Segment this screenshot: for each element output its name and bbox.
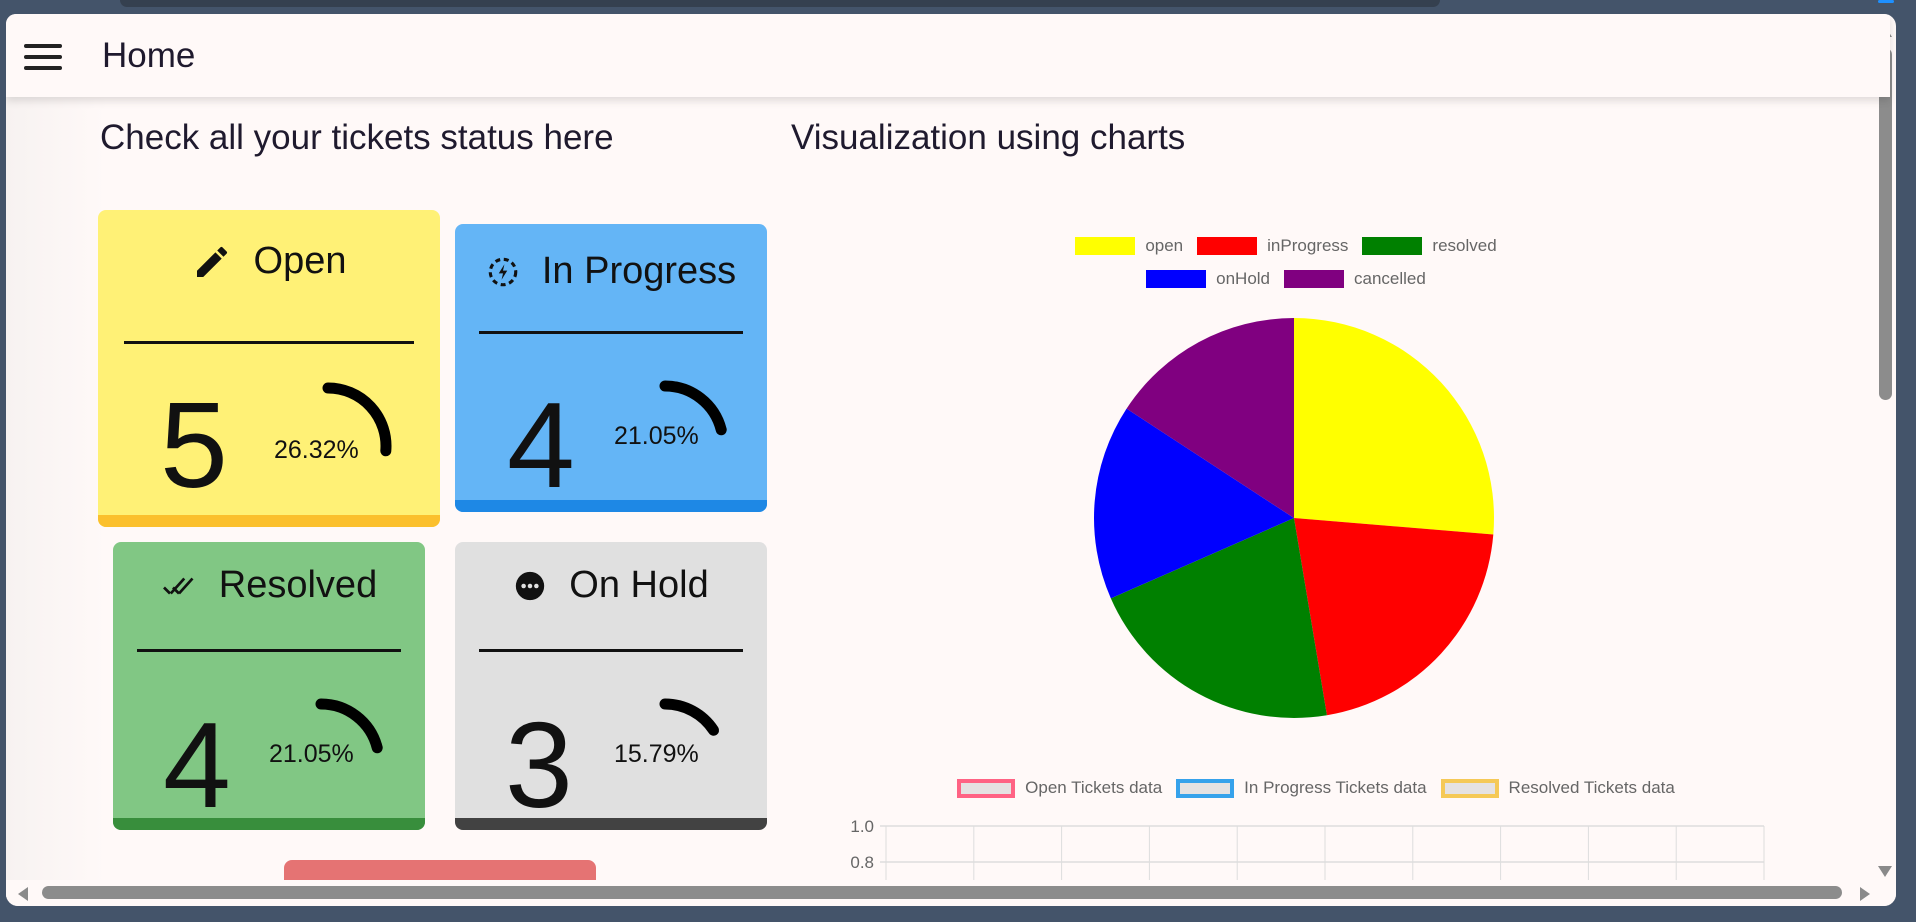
- card-count: 4: [507, 377, 575, 512]
- page-title: Home: [102, 36, 196, 75]
- card-percent: 15.79%: [614, 740, 699, 768]
- legend-item-open[interactable]: open: [1075, 236, 1183, 256]
- pie-slice-inProgress[interactable]: [1294, 518, 1494, 716]
- tickets-section-title: Check all your tickets status here: [100, 118, 614, 157]
- card-divider: [479, 649, 743, 652]
- y-tick-label: 1.0: [850, 817, 874, 836]
- card-divider: [124, 341, 414, 344]
- legend-label: resolved: [1432, 236, 1497, 255]
- legend-item-cancelled[interactable]: cancelled: [1284, 269, 1426, 289]
- horizontal-scroll-thumb[interactable]: [42, 886, 1842, 899]
- pie-chart: [1094, 318, 1494, 718]
- legend-swatch: [1362, 237, 1423, 255]
- legend-label: onHold: [1216, 269, 1271, 288]
- legend-label: Open Tickets data: [1025, 778, 1163, 797]
- scroll-right-arrow-icon[interactable]: [1860, 887, 1870, 901]
- pie-legend: open inProgress resolved onHold cancelled: [1046, 236, 1526, 306]
- horizontal-scrollbar[interactable]: [6, 880, 1896, 906]
- more-horizontal-circle-icon: [516, 571, 545, 600]
- line-legend-item-2[interactable]: Resolved Tickets data: [1440, 778, 1675, 798]
- status-card-on-hold[interactable]: On Hold 3 15.79%: [455, 542, 767, 830]
- card-divider: [479, 331, 743, 334]
- status-card-in-progress[interactable]: In Progress 4 21.05%: [455, 224, 767, 512]
- status-card-resolved[interactable]: Resolved 4 21.05%: [113, 542, 425, 830]
- legend-label: inProgress: [1267, 236, 1349, 255]
- line-legend-item-0[interactable]: Open Tickets data: [957, 778, 1162, 798]
- card-accent-bar: [113, 818, 425, 830]
- card-label: In Progress: [541, 250, 737, 292]
- hamburger-menu-icon[interactable]: [24, 44, 62, 70]
- legend-label: Resolved Tickets data: [1508, 778, 1675, 797]
- left-gutter: [6, 97, 106, 897]
- legend-item-resolved[interactable]: resolved: [1362, 236, 1497, 256]
- card-count: 3: [505, 697, 573, 830]
- legend-swatch: [1146, 270, 1207, 288]
- card-accent-bar: [98, 515, 440, 527]
- scroll-left-arrow-icon[interactable]: [18, 887, 28, 901]
- legend-swatch: [1440, 778, 1499, 798]
- line-chart: 1.00.80.6: [850, 817, 1765, 880]
- app-bar: Home: [6, 14, 1890, 97]
- line-legend-item-1[interactable]: In Progress Tickets data: [1176, 778, 1427, 798]
- scroll-down-arrow-icon[interactable]: [1878, 866, 1892, 877]
- legend-swatch: [957, 778, 1016, 798]
- legend-item-onHold[interactable]: onHold: [1146, 269, 1270, 289]
- browser-top-strip: [120, 0, 1440, 7]
- double-check-icon: [162, 577, 194, 594]
- legend-swatch: [1075, 237, 1136, 255]
- legend-label: In Progress Tickets data: [1244, 778, 1427, 797]
- legend-swatch: [1284, 270, 1345, 288]
- status-indicator: [1878, 0, 1894, 3]
- legend-item-inProgress[interactable]: inProgress: [1197, 236, 1348, 256]
- card-percent: 26.32%: [274, 436, 359, 464]
- pie-slice-open[interactable]: [1294, 318, 1494, 535]
- charts-section-title: Visualization using charts: [791, 118, 1186, 157]
- card-percent: 21.05%: [614, 422, 699, 450]
- progress-bolt-icon: [488, 257, 518, 286]
- vertical-scrollbar[interactable]: [1874, 14, 1896, 894]
- card-divider: [137, 649, 401, 652]
- card-label: Resolved: [218, 564, 378, 606]
- card-label: Open: [253, 240, 347, 282]
- card-percent: 21.05%: [269, 740, 354, 768]
- app-window: Home Check all your tickets status here …: [6, 14, 1896, 906]
- legend-swatch: [1197, 237, 1258, 255]
- vertical-scroll-thumb[interactable]: [1879, 48, 1892, 400]
- status-card-open[interactable]: Open 5 26.32%: [98, 210, 440, 527]
- percent-gauge: [322, 382, 392, 457]
- legend-label: cancelled: [1354, 269, 1426, 288]
- y-tick-label: 0.8: [850, 853, 874, 872]
- pencil-icon: [196, 246, 227, 277]
- card-accent-bar: [455, 818, 767, 830]
- card-accent-bar: [455, 500, 767, 512]
- card-count: 5: [160, 377, 228, 513]
- card-count: 4: [163, 697, 231, 830]
- card-label: On Hold: [569, 564, 709, 606]
- legend-label: open: [1145, 236, 1184, 255]
- legend-swatch: [1176, 778, 1235, 798]
